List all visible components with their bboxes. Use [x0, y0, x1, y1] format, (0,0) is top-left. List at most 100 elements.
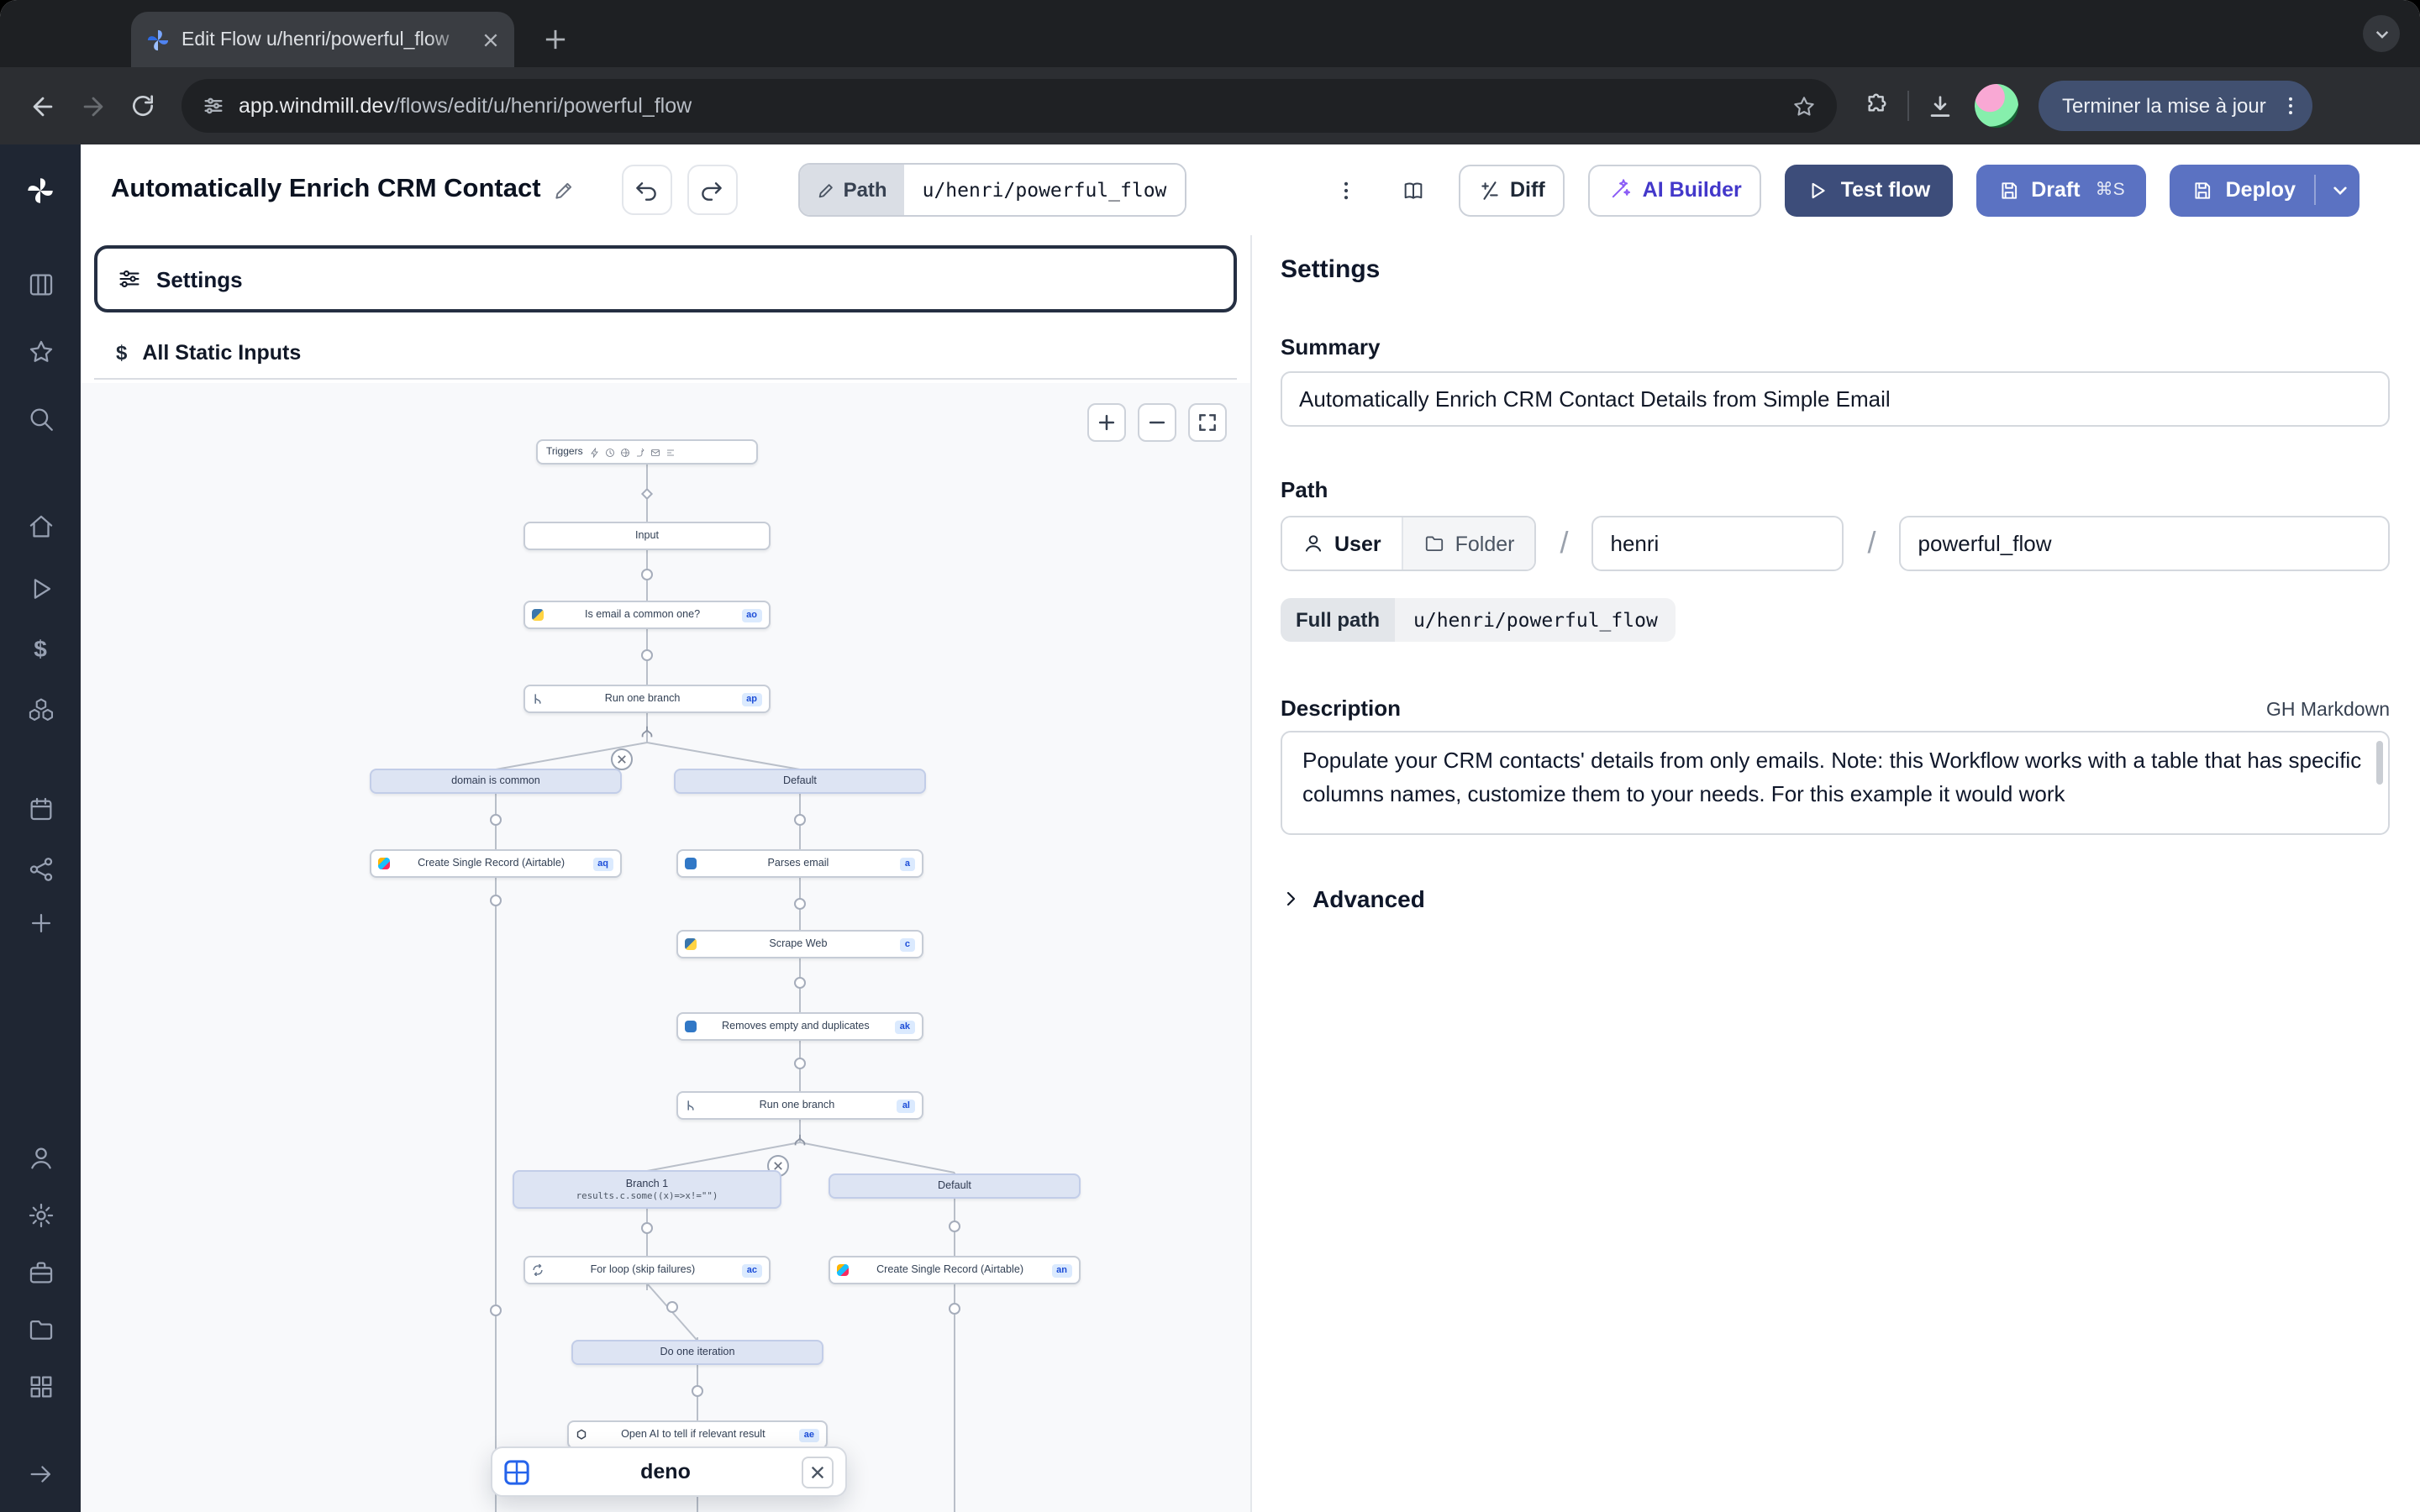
flow-settings-node[interactable]: Settings [94, 245, 1237, 312]
reload-icon[interactable] [118, 81, 168, 131]
language-popup: deno [491, 1446, 847, 1497]
advanced-section-toggle[interactable]: Advanced [1281, 885, 1425, 912]
flow-title[interactable]: Automatically Enrich CRM Contact [111, 175, 541, 205]
sidebar-workers-toolbox-icon[interactable] [15, 1247, 66, 1297]
insert-step-dot[interactable] [641, 649, 653, 661]
path-row: User Folder / / [1281, 516, 2390, 571]
all-static-inputs-row[interactable]: $ All Static Inputs [94, 326, 1237, 380]
more-options-kebab-icon[interactable] [1323, 166, 1367, 213]
sidebar-expand-arrow-icon[interactable] [15, 1448, 66, 1499]
branch-header-default-1[interactable]: Default [674, 769, 926, 794]
sidebar-triggers-share-icon[interactable] [15, 843, 66, 894]
diff-button[interactable]: Diff [1458, 164, 1565, 216]
loop-header-do-one-iteration[interactable]: Do one iteration [571, 1340, 823, 1365]
back-icon[interactable] [17, 81, 67, 131]
flow-name-input[interactable] [1900, 516, 2390, 571]
insert-step-dot[interactable] [641, 569, 653, 580]
sidebar-add-plus-icon[interactable] [15, 897, 66, 948]
sidebar-user-icon[interactable] [15, 1132, 66, 1183]
folder-toggle-button[interactable]: Folder [1402, 517, 1535, 570]
insert-step-dot[interactable] [794, 1058, 806, 1069]
sidebar-variables-icon[interactable]: $ [15, 623, 66, 674]
summary-input[interactable] [1281, 371, 2390, 427]
bookmark-star-icon[interactable] [1791, 93, 1817, 118]
sidebar-logs-grid-icon[interactable] [15, 1361, 66, 1411]
insert-step-dot[interactable] [794, 814, 806, 826]
zoom-in-button[interactable] [1087, 403, 1126, 442]
sidebar-home-icon[interactable] [15, 501, 66, 551]
insert-step-dot[interactable] [949, 1221, 960, 1232]
download-icon[interactable] [1926, 92, 1954, 120]
zoom-out-button[interactable] [1138, 403, 1176, 442]
insert-step-dot[interactable] [666, 1301, 678, 1313]
extensions-puzzle-icon[interactable] [1864, 92, 1891, 119]
sidebar-runs-icon[interactable] [15, 563, 66, 613]
flow-node-input[interactable]: Input [523, 522, 771, 550]
sidebar-settings-gear-icon[interactable] [15, 1189, 66, 1240]
browser-menu-kebab-icon[interactable] [2280, 94, 2303, 118]
insert-step-dot[interactable] [490, 895, 502, 906]
sidebar-favorites-star-icon[interactable] [15, 326, 66, 376]
sidebar-resources-icon[interactable] [15, 684, 66, 734]
rename-pencil-icon[interactable] [553, 179, 575, 201]
insert-step-dot[interactable] [490, 1305, 502, 1316]
browser-update-button[interactable]: Terminer la mise à jour [2039, 81, 2313, 131]
profile-avatar[interactable] [1975, 84, 2018, 128]
branch-header-branch-1[interactable]: Branch 1 results.c.some((x)=>x!="") [513, 1170, 781, 1209]
tab-close-icon[interactable] [482, 31, 499, 48]
fit-view-button[interactable] [1188, 403, 1227, 442]
ai-builder-button[interactable]: AI Builder [1589, 164, 1762, 216]
path-edit-button[interactable]: Path [800, 165, 904, 215]
popup-close-icon[interactable] [802, 1456, 834, 1488]
python-icon [532, 609, 544, 621]
path-label: Path [1281, 477, 2390, 502]
insert-step-dot[interactable] [794, 898, 806, 910]
insert-step-dot[interactable] [949, 1303, 960, 1315]
user-toggle-button[interactable]: User [1282, 517, 1402, 570]
insert-step-dot[interactable] [794, 977, 806, 989]
tab-search-chevron-icon[interactable] [2363, 15, 2400, 52]
site-settings-icon[interactable] [202, 94, 225, 118]
undo-button[interactable] [622, 165, 672, 215]
flow-canvas[interactable]: Triggers Input Is email a common one? ao… [81, 383, 1250, 1512]
flow-node-create-record-1[interactable]: Create Single Record (Airtable) aq [370, 849, 622, 878]
description-textarea[interactable]: Populate your CRM contacts' details from… [1281, 731, 2390, 835]
draft-shortcut: ⌘S [2096, 180, 2125, 200]
flow-node-run-one-branch-2[interactable]: Run one branch al [676, 1091, 923, 1120]
flow-node-parses-email[interactable]: Parses email a [676, 849, 923, 878]
redo-button[interactable] [687, 165, 738, 215]
remove-branch-icon[interactable] [611, 748, 633, 770]
documentation-book-icon[interactable] [1391, 166, 1434, 213]
full-path-label: Full path [1281, 598, 1395, 642]
insert-step-dot[interactable] [641, 1222, 653, 1234]
flow-node-open-ai[interactable]: Open AI to tell if relevant result ae [567, 1420, 828, 1449]
draft-button[interactable]: Draft ⌘S [1975, 164, 2146, 216]
sidebar-apps-icon[interactable] [15, 259, 66, 309]
path-value[interactable]: u/henri/powerful_flow [904, 165, 1186, 215]
forward-icon[interactable] [67, 81, 118, 131]
flow-node-run-one-branch-1[interactable]: Run one branch ap [523, 685, 771, 713]
deploy-dropdown-chevron-icon[interactable] [2314, 175, 2349, 205]
browser-tab[interactable]: Edit Flow u/henri/powerful_flow [131, 12, 514, 67]
flow-node-create-record-2[interactable]: Create Single Record (Airtable) an [829, 1256, 1081, 1284]
sidebar-folders-icon[interactable] [15, 1304, 66, 1354]
flow-node-is-email[interactable]: Is email a common one? ao [523, 601, 771, 629]
owner-input[interactable] [1592, 516, 1844, 571]
windmill-logo[interactable] [15, 165, 66, 215]
branch-header-default-2[interactable]: Default [829, 1173, 1081, 1199]
sidebar-schedules-calendar-icon[interactable] [15, 783, 66, 833]
node-id-badge: ac [742, 1263, 762, 1277]
branch-header-domain-is-common[interactable]: domain is common [370, 769, 622, 794]
insert-step-dot[interactable] [490, 814, 502, 826]
triggers-node[interactable]: Triggers [536, 439, 758, 465]
sidebar-search-icon[interactable] [15, 393, 66, 444]
branch-fork-icon [639, 725, 655, 740]
flow-node-scrape-web[interactable]: Scrape Web c [676, 930, 923, 958]
test-flow-button[interactable]: Test flow [1786, 164, 1953, 216]
flow-node-removes-empty[interactable]: Removes empty and duplicates ak [676, 1012, 923, 1041]
new-tab-button[interactable] [534, 18, 575, 59]
url-bar[interactable]: app.windmill.dev/flows/edit/u/henri/powe… [182, 79, 1837, 133]
flow-node-for-loop[interactable]: For loop (skip failures) ac [523, 1256, 771, 1284]
insert-step-dot[interactable] [692, 1385, 703, 1397]
deploy-button[interactable]: Deploy [2170, 164, 2360, 216]
